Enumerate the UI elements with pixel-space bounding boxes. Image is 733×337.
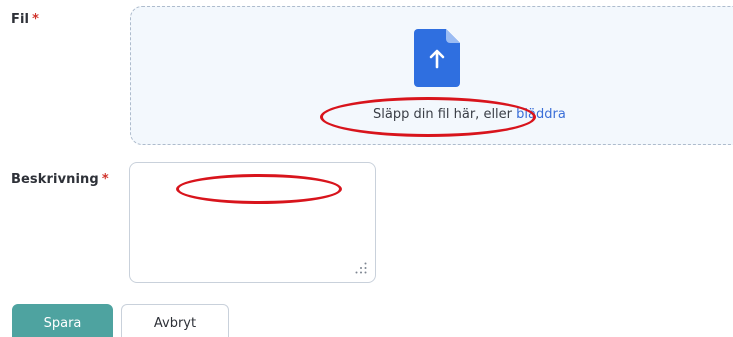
- save-button[interactable]: Spara: [12, 304, 113, 337]
- upload-form: Fil * Släpp din fil här, eller bläddra Be…: [0, 0, 733, 337]
- resize-handle-icon[interactable]: [355, 262, 367, 274]
- required-asterisk: *: [101, 172, 109, 187]
- cancel-button[interactable]: Avbryt: [121, 304, 229, 337]
- description-field-label: Beskrivning *: [11, 172, 109, 187]
- browse-link[interactable]: bläddra: [516, 107, 566, 122]
- description-textarea[interactable]: [129, 162, 376, 283]
- file-dropzone[interactable]: Släpp din fil här, eller bläddra: [130, 6, 733, 145]
- file-field-label: Fil *: [11, 12, 39, 27]
- required-asterisk: *: [32, 12, 39, 27]
- dropzone-text: Släpp din fil här, eller bläddra: [131, 107, 733, 122]
- file-upload-icon: [414, 29, 460, 87]
- dropzone-prompt: Släpp din fil här, eller: [373, 107, 517, 122]
- description-label-text: Beskrivning: [11, 172, 99, 187]
- file-label-text: Fil: [11, 12, 30, 27]
